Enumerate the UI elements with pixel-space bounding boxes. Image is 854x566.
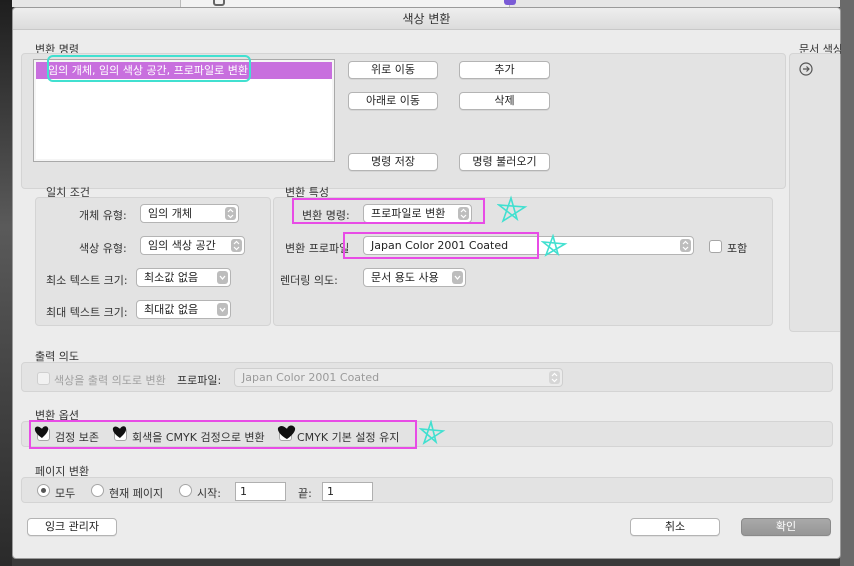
background-toolbar (180, 0, 510, 7)
min-text-size-label: 최소 텍스트 크기: (46, 274, 128, 287)
annotation-box (292, 198, 485, 224)
rendering-intent-value: 문서 용도 사용 (371, 271, 439, 284)
min-text-size-popup[interactable]: 최소값 없음 (136, 268, 231, 287)
up-down-stepper-icon (231, 239, 242, 252)
star-annotation-icon (418, 419, 447, 446)
delete-button[interactable]: 삭제 (459, 92, 550, 110)
move-up-button[interactable]: 위로 이동 (348, 61, 438, 79)
dialog-title: 색상 변환 (13, 8, 840, 30)
object-type-label: 개체 유형: (79, 209, 127, 222)
document-colors-group (789, 53, 840, 332)
chevron-down-icon (217, 271, 228, 284)
up-down-stepper-icon (549, 371, 560, 384)
add-button[interactable]: 추가 (459, 61, 550, 79)
chevron-down-icon (452, 271, 463, 284)
output-profile-label: 프로파일: (177, 374, 222, 387)
color-conversion-dialog: 색상 변환 변환 명령 임의 개체, 임의 색상 공간, 프로파일로 변환 위로… (12, 7, 841, 559)
max-text-size-label: 최대 텍스트 크기: (46, 306, 128, 319)
color-type-popup[interactable]: 임의 색상 공간 (140, 236, 245, 255)
save-command-button[interactable]: 명령 저장 (348, 153, 438, 171)
color-type-value: 임의 색상 공간 (148, 239, 216, 252)
range-end-label: 끝: (298, 487, 312, 500)
current-page-label: 현재 페이지 (109, 487, 164, 500)
arrow-right-circle-icon[interactable] (799, 62, 813, 76)
object-type-value: 임의 개체 (148, 207, 192, 220)
min-text-size-value: 최소값 없음 (144, 271, 199, 284)
embed-checkbox[interactable] (709, 240, 722, 253)
rendering-intent-popup[interactable]: 문서 용도 사용 (363, 268, 466, 287)
range-end-input[interactable]: 1 (322, 482, 373, 501)
ink-manager-button[interactable]: 잉크 관리자 (27, 518, 117, 536)
max-text-size-popup[interactable]: 최대값 없음 (136, 300, 231, 319)
up-down-stepper-icon (680, 239, 691, 252)
page-range-radio[interactable] (179, 484, 192, 497)
background-badge (504, 0, 516, 5)
range-start-label: 시작: (197, 487, 221, 500)
embed-label: 포함 (727, 242, 748, 255)
background-right (840, 0, 854, 566)
all-pages-label: 모두 (55, 487, 76, 500)
convert-to-output-intent-checkbox[interactable] (37, 372, 50, 385)
annotation-highlight-ring (47, 55, 251, 82)
max-text-size-value: 최대값 없음 (144, 303, 199, 316)
cancel-button[interactable]: 취소 (630, 518, 720, 536)
output-profile-popup[interactable]: Japan Color 2001 Coated (234, 368, 563, 387)
background-app-icon (213, 0, 225, 6)
load-command-button[interactable]: 명령 불러오기 (459, 153, 550, 171)
color-type-label: 색상 유형: (79, 242, 127, 255)
object-type-popup[interactable]: 임의 개체 (140, 204, 239, 223)
output-profile-value: Japan Color 2001 Coated (242, 371, 380, 384)
ok-button[interactable]: 확인 (741, 518, 831, 536)
chevron-down-icon (217, 303, 228, 316)
background-left (0, 0, 12, 566)
annotation-box (343, 232, 539, 259)
star-annotation-icon (540, 233, 569, 258)
star-annotation-icon (496, 195, 529, 225)
up-down-stepper-icon (225, 207, 236, 220)
convert-to-output-intent-label: 색상을 출력 의도로 변환 (54, 374, 166, 387)
conversion-profile-label: 변환 프로파일 (285, 242, 350, 255)
range-start-input[interactable]: 1 (235, 482, 286, 501)
rendering-intent-label: 렌더링 의도: (280, 274, 338, 287)
move-down-button[interactable]: 아래로 이동 (348, 92, 438, 110)
annotation-box (29, 420, 417, 449)
current-page-radio[interactable] (91, 484, 104, 497)
all-pages-radio[interactable] (37, 484, 50, 497)
